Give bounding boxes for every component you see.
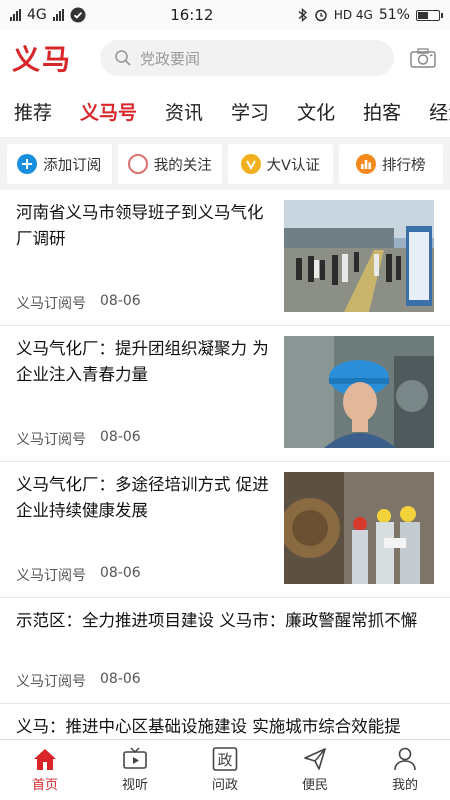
search-placeholder: 党政要闻: [140, 49, 201, 68]
article-title: 义马气化厂：提升团组织凝聚力 为企业注入青春力量: [16, 339, 269, 384]
article-source: 义马订阅号: [16, 674, 86, 690]
check-icon: [70, 7, 86, 23]
nav-home[interactable]: 首页: [0, 740, 90, 800]
my-follows-label: 我的关注: [153, 157, 212, 174]
app-logo: 义马: [12, 43, 73, 76]
article-title: 河南省义马市领导班子到义马气化厂调研: [16, 203, 264, 248]
nav-av[interactable]: 视听: [90, 740, 180, 800]
camera-button[interactable]: [408, 46, 438, 70]
app-header: 义马 党政要闻: [0, 30, 450, 86]
battery-percent: 51%: [378, 7, 410, 23]
ranking-button[interactable]: 排行榜: [338, 144, 443, 184]
v-badge-icon: [240, 154, 261, 174]
battery-icon: [415, 9, 443, 21]
camera-icon: [410, 48, 436, 68]
plus-icon: [17, 154, 38, 174]
add-subscription-button[interactable]: 添加订阅: [7, 144, 112, 184]
search-bar[interactable]: 党政要闻: [100, 40, 394, 76]
my-follows-button[interactable]: 我的关注: [117, 144, 222, 184]
nav-mine-label: 我的: [391, 778, 418, 793]
article-date: 08-06: [100, 293, 141, 309]
article-date: 08-06: [100, 565, 141, 581]
nav-mine[interactable]: 我的: [360, 740, 450, 800]
tab-5[interactable]: 拍客: [349, 98, 415, 125]
status-bar: 4G 16:12 HD 4G 51%: [0, 0, 450, 30]
search-icon: [115, 50, 131, 66]
article-item[interactable]: 义马气化厂：多途径培训方式 促进企业持续健康发展 义马订阅号 08-06: [0, 462, 450, 598]
tab-0[interactable]: 推荐: [0, 98, 66, 125]
home-icon: [34, 749, 56, 770]
article-date: 08-06: [100, 429, 141, 445]
article-item[interactable]: 义马气化厂：提升团组织凝聚力 为企业注入青春力量 义马订阅号 08-06: [0, 326, 450, 462]
ranking-icon: [356, 154, 376, 174]
politics-glyph: 政: [217, 751, 232, 769]
category-tabs: 推荐义马号资讯学习文化拍客经济: [0, 86, 450, 138]
article-thumbnail: [284, 472, 434, 584]
add-subscription-label: 添加订阅: [43, 157, 102, 174]
tab-1[interactable]: 义马号: [66, 98, 151, 125]
circle-icon: [127, 154, 148, 174]
big-v-certification-button[interactable]: 大V认证: [228, 144, 333, 184]
article-title: 示范区：全力推进项目建设 义马市：廉政警醒常抓不懈: [16, 611, 418, 630]
nav-politics-label: 问政: [211, 778, 238, 793]
bluetooth-icon: [298, 8, 307, 22]
cell-signal-icon: [52, 9, 64, 21]
article-thumbnail: [284, 336, 434, 448]
ranking-label: 排行榜: [382, 157, 426, 174]
nav-av-label: 视听: [121, 778, 148, 793]
nav-service[interactable]: 便民: [270, 740, 360, 800]
send-icon: [304, 748, 326, 770]
article-title: 义马：推进中心区基础设施建设 实施城市综合效能提: [16, 717, 401, 736]
user-icon: [394, 747, 416, 771]
article-title: 义马气化厂：多途径培训方式 促进企业持续健康发展: [16, 475, 269, 520]
tab-3[interactable]: 学习: [217, 98, 283, 125]
wifi-signal-icon: [10, 9, 21, 21]
article-list: 河南省义马市领导班子到义马气化厂调研 义马订阅号 08-06 义马气化厂：提升团组…: [0, 190, 450, 740]
article-item[interactable]: 示范区：全力推进项目建设 义马市：廉政警醒常抓不懈 义马订阅号 08-06: [0, 598, 450, 704]
big-v-certification-label: 大V认证: [266, 157, 320, 174]
clock: 16:12: [170, 6, 214, 24]
quick-actions: 添加订阅 我的关注 大V认证 排行榜: [0, 138, 450, 190]
article-date: 08-06: [100, 671, 141, 687]
bottom-nav: 首页 视听 政 问政 便民 我的: [0, 739, 450, 800]
tab-6[interactable]: 经济: [415, 98, 450, 125]
alarm-icon: [315, 9, 327, 22]
article-thumbnail: [284, 200, 434, 312]
tv-icon: [123, 747, 147, 769]
article-source: 义马订阅号: [16, 432, 86, 448]
nav-service-label: 便民: [301, 778, 328, 793]
article-source: 义马订阅号: [16, 568, 86, 584]
network-label: HD 4G: [333, 8, 373, 22]
tab-4[interactable]: 文化: [283, 98, 349, 125]
article-item[interactable]: 义马：推进中心区基础设施建设 实施城市综合效能提: [0, 704, 450, 740]
article-source: 义马订阅号: [16, 296, 86, 312]
tab-2[interactable]: 资讯: [151, 98, 217, 125]
article-item[interactable]: 河南省义马市领导班子到义马气化厂调研 义马订阅号 08-06: [0, 190, 450, 326]
nav-home-label: 首页: [31, 778, 58, 793]
politics-icon: 政: [212, 747, 238, 771]
nav-politics[interactable]: 政 问政: [180, 740, 270, 800]
carrier-label: 4G: [27, 7, 47, 23]
